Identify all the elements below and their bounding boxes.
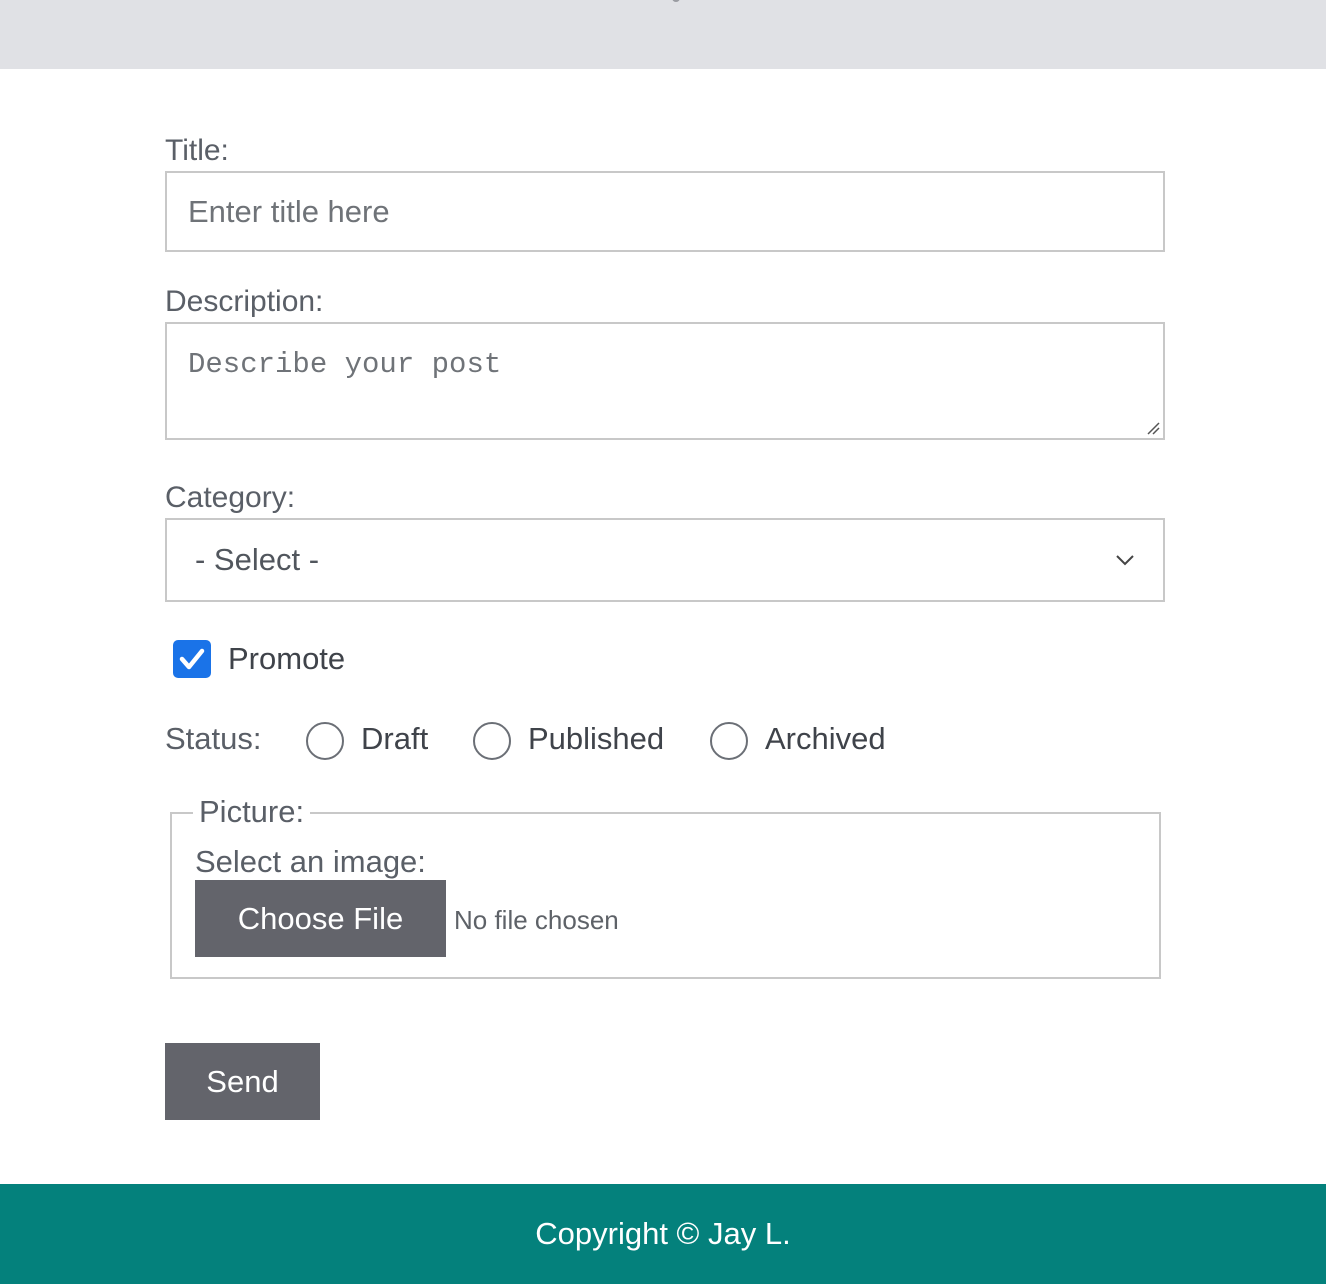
status-radio-published[interactable]	[473, 722, 511, 760]
no-file-status: No file chosen	[454, 905, 619, 935]
title-label: Title:	[165, 134, 229, 167]
title-input[interactable]: Enter title here	[165, 171, 1165, 252]
status-draft-label[interactable]: Draft	[361, 720, 428, 758]
status-label: Status:	[165, 721, 262, 756]
header-glyph	[672, 0, 680, 2]
status-published-label[interactable]: Published	[528, 720, 664, 758]
title-placeholder: Enter title here	[188, 193, 390, 229]
description-textarea[interactable]: Describe your post	[165, 322, 1165, 440]
select-image-label: Select an image:	[195, 844, 426, 879]
description-placeholder: Describe your post	[188, 348, 502, 381]
chevron-down-icon	[1116, 555, 1134, 566]
footer: Copyright © Jay L.	[0, 1184, 1326, 1284]
status-radio-archived[interactable]	[710, 722, 748, 760]
category-selected-value: - Select -	[195, 542, 320, 577]
picture-legend: Picture:	[193, 795, 311, 829]
promote-checkbox[interactable]	[173, 640, 211, 678]
resize-grip-icon[interactable]	[1146, 421, 1160, 435]
category-label: Category:	[165, 481, 296, 514]
copyright-text: Copyright © Jay L.	[535, 1216, 791, 1251]
choose-file-button[interactable]: Choose File	[195, 880, 446, 957]
status-archived-label[interactable]: Archived	[765, 720, 886, 758]
promote-label[interactable]: Promote	[228, 640, 345, 678]
status-radio-draft[interactable]	[306, 722, 344, 760]
category-select[interactable]: - Select -	[165, 518, 1165, 602]
check-icon	[179, 648, 205, 670]
description-label: Description:	[165, 285, 324, 318]
send-button[interactable]: Send	[165, 1043, 320, 1120]
top-header-bar	[0, 0, 1326, 69]
